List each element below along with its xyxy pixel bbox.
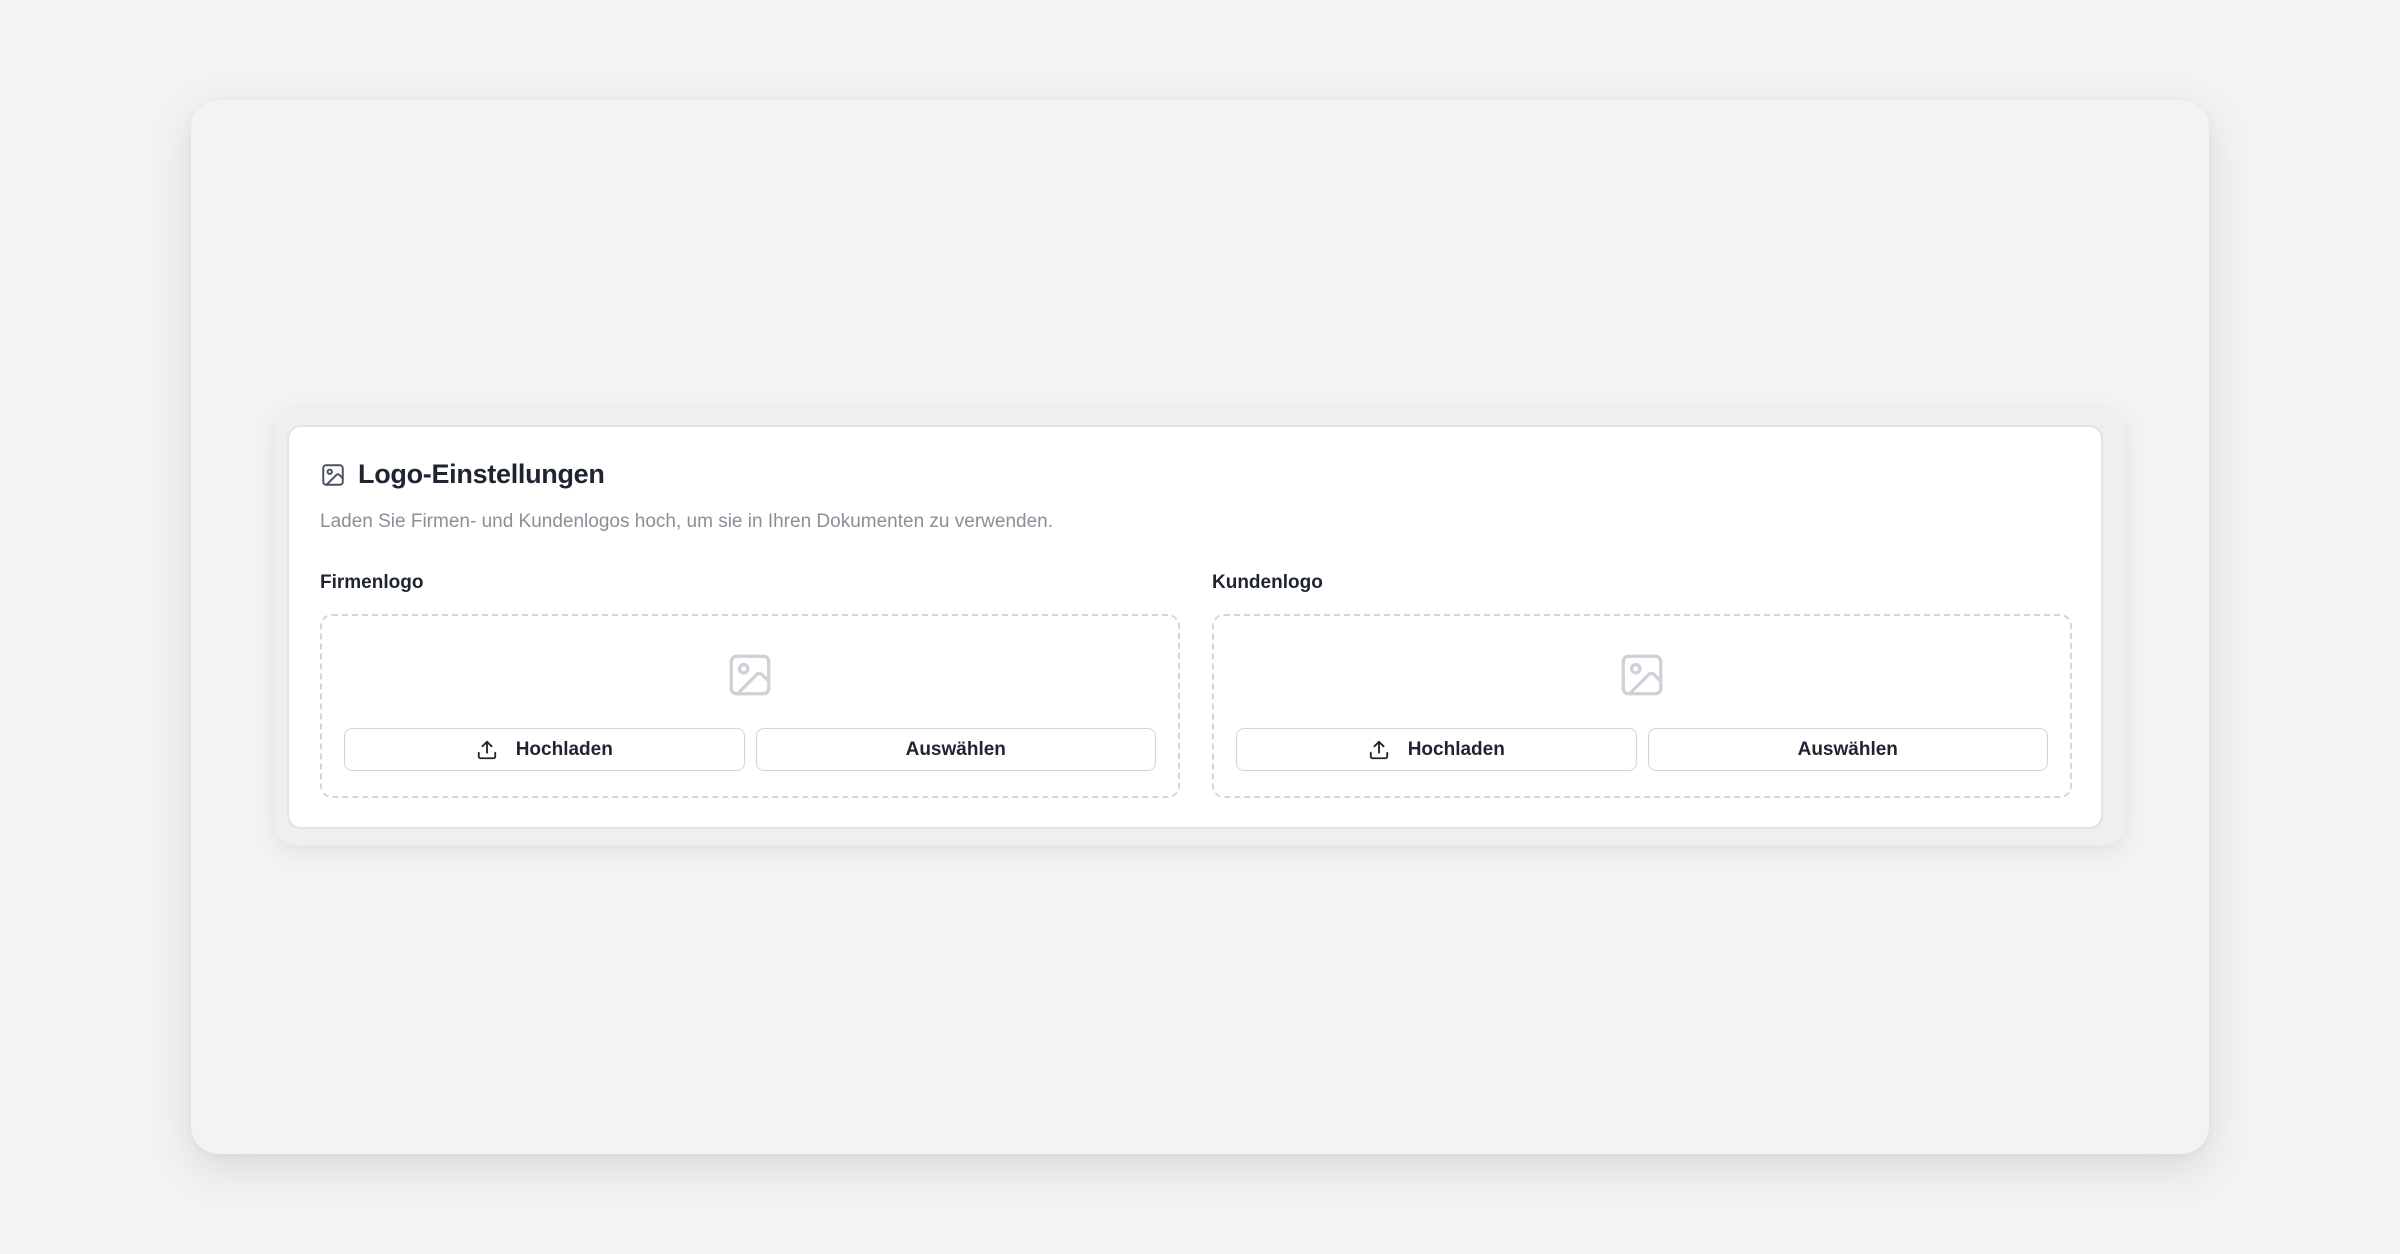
customer-logo-upload-button[interactable]: Hochladen <box>1236 728 1637 771</box>
select-button-label: Auswählen <box>1797 738 1898 760</box>
image-placeholder-icon <box>725 650 775 700</box>
company-logo-upload-button[interactable]: Hochladen <box>344 728 745 771</box>
image-icon <box>320 462 346 488</box>
upload-button-label: Hochladen <box>515 738 613 760</box>
company-logo-section: Firmenlogo Hochladen Auswählen <box>320 572 1180 798</box>
company-logo-dropzone[interactable]: Hochladen Auswählen <box>320 614 1180 798</box>
customer-logo-dropzone[interactable]: Hochladen Auswählen <box>1212 614 2072 798</box>
image-placeholder-icon <box>1617 650 1667 700</box>
logo-settings-panel: Logo-Einstellungen Laden Sie Firmen- und… <box>275 408 2125 845</box>
upload-button-label: Hochladen <box>1407 738 1505 760</box>
customer-logo-select-button[interactable]: Auswählen <box>1647 728 2048 771</box>
logo-settings-card: Logo-Einstellungen Laden Sie Firmen- und… <box>287 425 2103 829</box>
customer-logo-label: Kundenlogo <box>1212 572 1323 593</box>
company-logo-label: Firmenlogo <box>320 572 424 593</box>
upload-icon <box>476 739 498 761</box>
card-header: Logo-Einstellungen <box>320 459 605 490</box>
upload-icon <box>1368 739 1390 761</box>
company-logo-actions: Hochladen Auswählen <box>344 728 1156 771</box>
company-logo-select-button[interactable]: Auswählen <box>755 728 1156 771</box>
customer-logo-actions: Hochladen Auswählen <box>1236 728 2048 771</box>
select-button-label: Auswählen <box>905 738 1006 760</box>
card-description: Laden Sie Firmen- und Kundenlogos hoch, … <box>320 511 1053 532</box>
page-title: Logo-Einstellungen <box>358 459 605 489</box>
customer-logo-section: Kundenlogo Hochladen Auswählen <box>1212 572 2072 798</box>
